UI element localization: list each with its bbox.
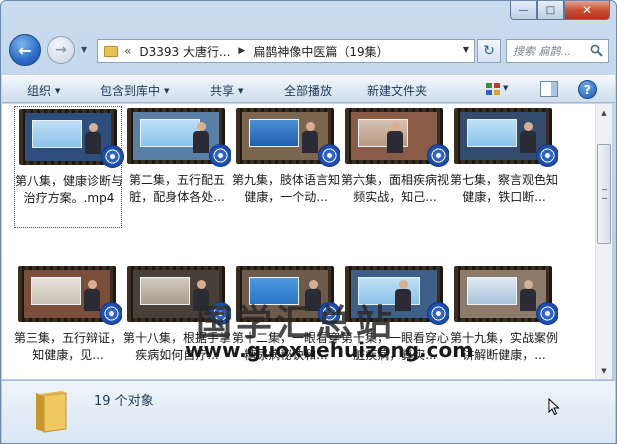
explorer-window: — □ ✕ ← → ▼ « D3393 大唐行... ▶ 扁鹊神像中医篇（19集…: [0, 0, 617, 444]
video-file-icon: [318, 144, 340, 167]
preview-pane-icon[interactable]: [540, 81, 558, 97]
file-name: 第八集，健康诊断与治疗方案。.mp4: [15, 174, 124, 205]
caption-buttons: — □ ✕: [510, 1, 610, 20]
video-file-icon: [427, 144, 449, 167]
help-icon[interactable]: ?: [578, 80, 597, 99]
arrow-right-icon: →: [55, 42, 67, 58]
folder-icon: [36, 391, 67, 433]
scrollbar-thumb[interactable]: [597, 144, 611, 244]
file-name: 第九集，肢体语言知健康，一个动...: [232, 173, 340, 204]
share-menu[interactable]: 共享 ▼: [210, 82, 243, 99]
dropdown-arrow-icon: ▼: [164, 87, 170, 95]
search-placeholder: 搜索 扁鹊...: [513, 45, 571, 58]
recent-pages-dropdown[interactable]: ▼: [81, 45, 87, 54]
vertical-scrollbar[interactable]: ▲ ▼: [595, 104, 612, 379]
minimize-button[interactable]: —: [510, 1, 537, 20]
include-in-library-menu[interactable]: 包含到库中 ▼: [100, 82, 169, 99]
breadcrumb-segment-1[interactable]: D3393 大唐行...: [139, 43, 230, 60]
maximize-button[interactable]: □: [537, 1, 564, 20]
breadcrumb-segment-2[interactable]: 扁鹊神像中医篇（19集）: [253, 43, 388, 60]
file-item[interactable]: 第七集，察言观色知健康，铁口断...: [450, 106, 558, 210]
close-button[interactable]: ✕: [564, 1, 610, 20]
chevron-right-icon[interactable]: ▶: [238, 46, 245, 56]
scroll-up-icon[interactable]: ▲: [596, 104, 612, 121]
file-item[interactable]: 第三集，五行辩证，知健康，见...: [14, 264, 122, 368]
video-file-icon: [100, 302, 122, 325]
details-pane: 19 个对象: [2, 380, 615, 443]
play-all-button[interactable]: 全部播放: [284, 82, 332, 99]
search-icon[interactable]: [590, 44, 603, 57]
navigation-bar: ← → ▼ « D3393 大唐行... ▶ 扁鹊神像中医篇（19集） ▼ ↻ …: [1, 31, 616, 69]
arrow-left-icon: ←: [18, 40, 32, 60]
file-list: 第八集，健康诊断与治疗方案。.mp4 第二集，五行配五脏，配身体各处... 第九…: [2, 104, 595, 379]
view-dropdown-icon[interactable]: ▼: [503, 84, 508, 92]
item-count: 19 个对象: [94, 394, 154, 409]
file-item[interactable]: 第九集，肢体语言知健康，一个动...: [232, 106, 340, 210]
command-bar: 组织 ▼ 包含到库中 ▼ 共享 ▼ 全部播放 新建文件夹 ▼ ?: [2, 75, 615, 103]
file-name: 第二集，五行配五脏，配身体各处...: [128, 173, 225, 204]
address-overflow[interactable]: «: [124, 44, 131, 58]
mouse-pointer-icon: [548, 398, 560, 416]
file-item[interactable]: 第六集，面相疾病视频实战，知己...: [341, 106, 449, 210]
file-item[interactable]: 第二集，五行配五脏，配身体各处...: [123, 106, 231, 210]
video-file-icon: [536, 302, 558, 325]
dropdown-arrow-icon: ▼: [238, 87, 244, 95]
refresh-icon: ↻: [483, 43, 495, 59]
scroll-down-icon[interactable]: ▼: [596, 362, 612, 379]
file-name: 第三集，五行辩证，知健康，见...: [14, 331, 122, 362]
file-name: 第七集，察言观色知健康，铁口断...: [450, 173, 558, 204]
file-item[interactable]: 第八集，健康诊断与治疗方案。.mp4: [14, 106, 124, 228]
search-input[interactable]: 搜索 扁鹊...: [506, 39, 609, 63]
new-folder-button[interactable]: 新建文件夹: [367, 82, 427, 99]
include-label: 包含到库中: [100, 84, 161, 98]
video-file-icon: [427, 302, 449, 325]
organize-label: 组织: [27, 84, 52, 98]
refresh-button[interactable]: ↻: [477, 39, 501, 63]
address-bar[interactable]: « D3393 大唐行... ▶ 扁鹊神像中医篇（19集） ▼: [97, 39, 475, 63]
video-file-icon: [101, 145, 124, 168]
back-button[interactable]: ←: [9, 34, 41, 66]
organize-menu[interactable]: 组织 ▼: [27, 82, 60, 99]
forward-button[interactable]: →: [47, 36, 75, 64]
video-file-icon: [536, 144, 558, 167]
folder-icon: [104, 45, 118, 57]
watermark-url: www.guoxuehuizong.com: [185, 338, 474, 362]
change-view-icon[interactable]: [485, 81, 501, 97]
video-file-icon: [209, 144, 231, 167]
share-label: 共享: [210, 84, 235, 98]
address-dropdown-icon[interactable]: ▼: [463, 45, 469, 54]
dropdown-arrow-icon: ▼: [55, 87, 61, 95]
file-name: 第六集，面相疾病视频实战，知己...: [341, 173, 449, 204]
